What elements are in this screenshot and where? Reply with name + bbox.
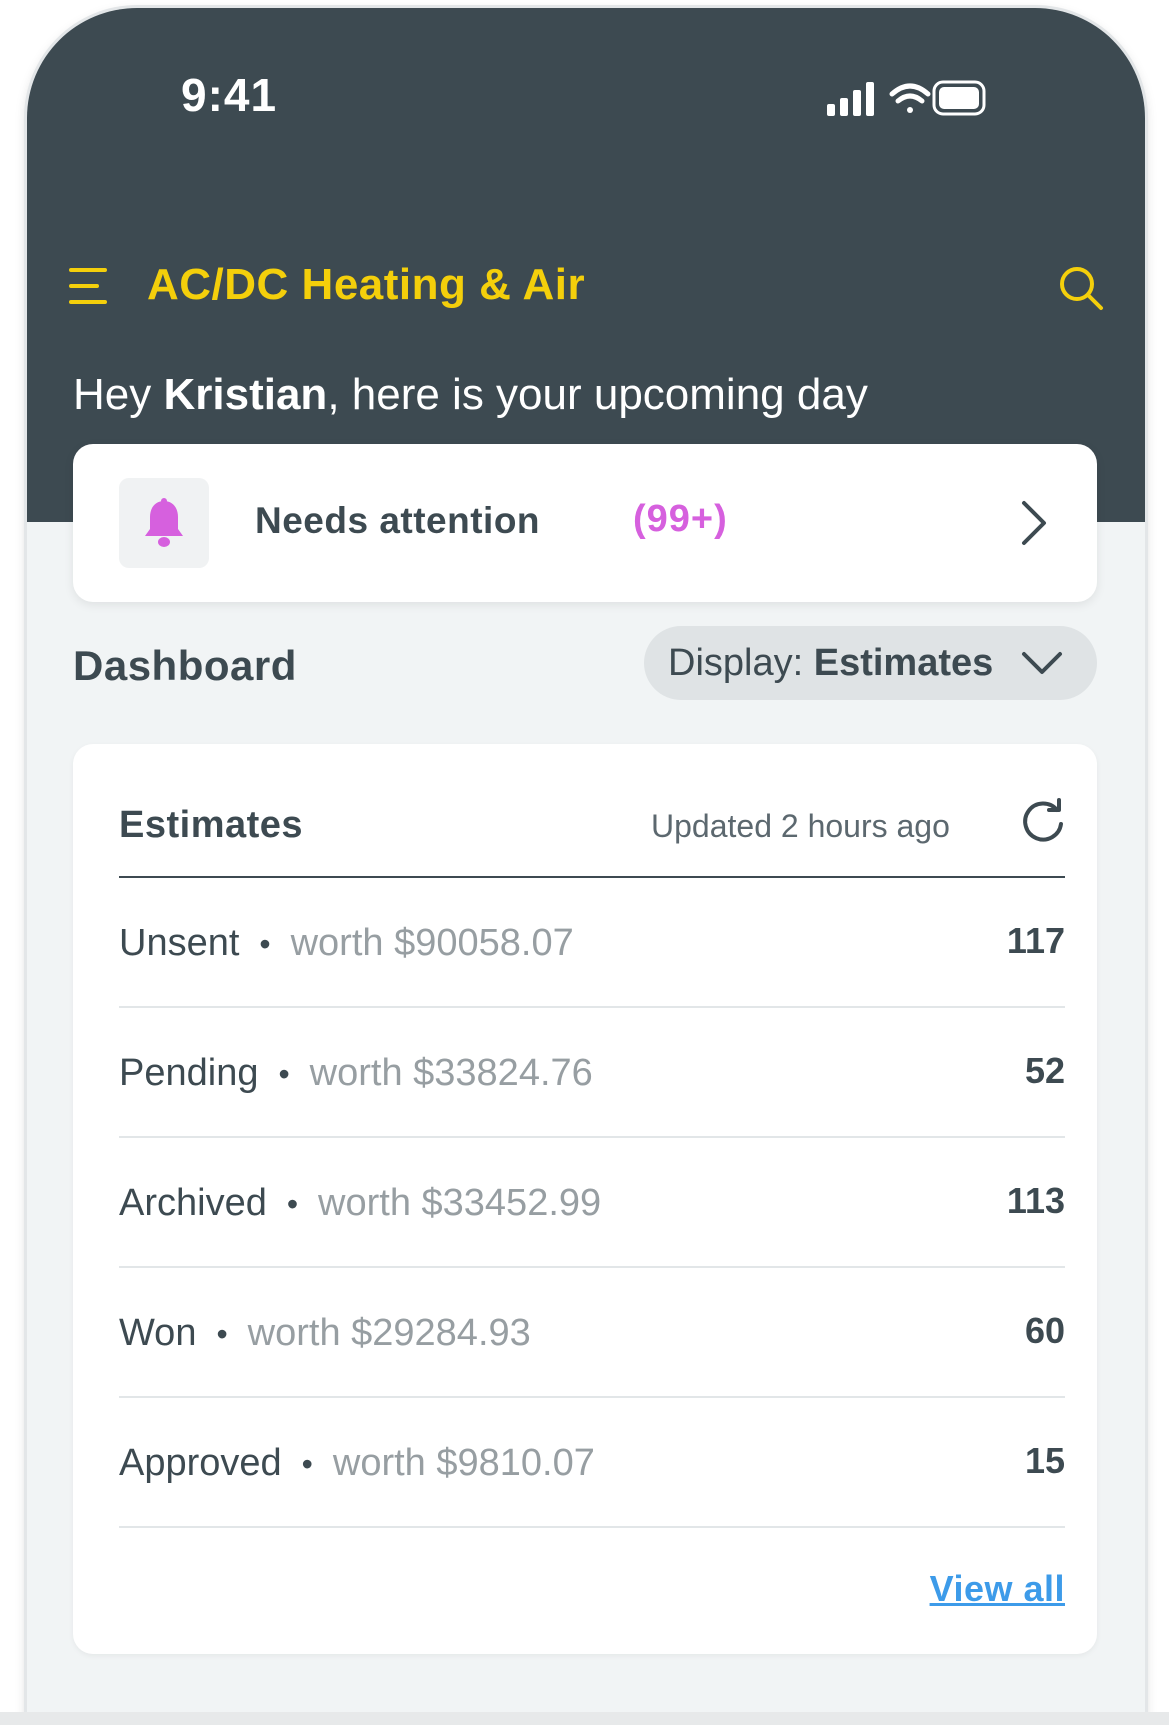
row-count: 15 (1024, 1440, 1065, 1481)
status-bar: 9:41 (27, 8, 1145, 188)
status-icons (827, 80, 987, 125)
display-dropdown[interactable]: Display: Estimates (644, 626, 1097, 700)
row-status-label: Pending (119, 1052, 259, 1094)
row-count: 113 (1006, 1180, 1065, 1221)
estimate-row-approved[interactable]: Approved • worth $9810.07 15 (119, 1398, 1065, 1528)
search-icon[interactable] (1057, 264, 1105, 312)
row-worth: worth $29284.93 (247, 1312, 531, 1354)
chevron-down-icon (1020, 648, 1064, 683)
estimates-card: Estimates Updated 2 hours ago Unsent • wor… (73, 744, 1097, 1654)
estimates-card-title: Estimates (119, 804, 304, 846)
battery-icon (932, 80, 986, 116)
row-count: 52 (1024, 1050, 1065, 1091)
updated-timestamp: Updated 2 hours ago (651, 808, 950, 844)
app-bar: AC/DC Heating & Air (27, 248, 1145, 328)
signal-icon (827, 82, 874, 116)
row-status-label: Won (119, 1312, 197, 1354)
row-divider (119, 1526, 1065, 1528)
phone-screen: 9:41 AC/DC Heating & Air Hey Kristian, h… (27, 8, 1145, 1725)
display-selected-value: Estimates (813, 642, 994, 684)
menu-icon[interactable] (69, 266, 109, 306)
bottom-edge (0, 1712, 1169, 1725)
wifi-icon (889, 83, 931, 113)
dashboard-title: Dashboard (73, 642, 297, 689)
row-status-label: Unsent (119, 922, 240, 964)
estimate-row-pending[interactable]: Pending • worth $33824.76 52 (119, 1008, 1065, 1138)
estimate-row-won[interactable]: Won • worth $29284.93 60 (119, 1268, 1065, 1398)
attention-label: Needs attention (255, 500, 541, 541)
estimate-row-archived[interactable]: Archived • worth $33452.99 113 (119, 1138, 1065, 1268)
view-all-link[interactable]: View all (930, 1568, 1065, 1610)
row-worth: worth $33824.76 (309, 1052, 593, 1094)
row-worth: worth $33452.99 (318, 1182, 602, 1224)
row-count: 117 (1006, 920, 1065, 961)
chevron-right-icon (1019, 498, 1049, 553)
user-name: Kristian (163, 370, 328, 419)
bell-icon-container (119, 478, 209, 568)
greeting-text: Hey Kristian, here is your upcoming day (73, 370, 868, 419)
app-title: AC/DC Heating & Air (147, 260, 586, 309)
status-time: 9:41 (181, 69, 278, 121)
needs-attention-card[interactable]: Needs attention (99+) (73, 444, 1097, 602)
row-status-label: Archived (119, 1182, 267, 1224)
attention-count-badge: (99+) (633, 498, 728, 540)
row-count: 60 (1024, 1310, 1065, 1351)
row-status-label: Approved (119, 1442, 282, 1484)
display-dropdown-label: Display: Estimates (668, 642, 994, 684)
row-worth: worth $90058.07 (290, 922, 574, 964)
bell-icon (145, 498, 183, 547)
row-worth: worth $9810.07 (332, 1442, 595, 1484)
refresh-icon[interactable] (1019, 798, 1067, 851)
estimate-row-unsent[interactable]: Unsent • worth $90058.07 117 (119, 878, 1065, 1008)
